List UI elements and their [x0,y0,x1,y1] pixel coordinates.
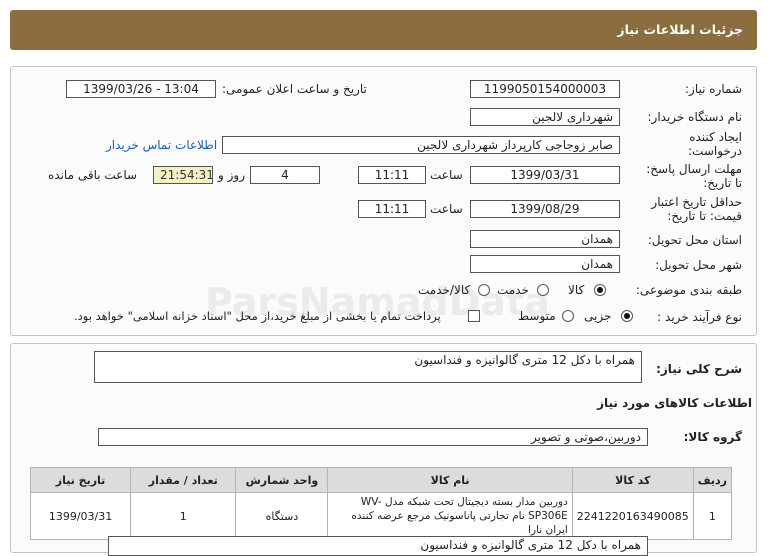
deadline-label-2: تا تاریخ: [703,176,742,190]
validity-time-label: ساعت [430,202,463,216]
requester-label-1: ایجاد کننده [689,130,742,144]
description-field: همراه با دکل 12 متری گالوانیزه و فنداسیو… [94,351,642,383]
category-service-radio[interactable] [537,284,549,296]
col-goods-code: کد کالا [571,467,694,493]
process-minor-radio[interactable] [621,310,633,322]
items-table: ردیف کد کالا نام کالا واحد شمارش تعداد /… [29,467,733,540]
items-info-title: اطلاعات کالاهای مورد نیاز [597,396,752,410]
process-medium-radio[interactable] [562,310,574,322]
page-title: جزئیات اطلاعات نیاز [10,10,757,50]
cell-quantity: 1 [130,492,237,540]
deadline-date-field: 1399/03/31 [470,166,620,184]
treasury-payment-checkbox[interactable] [468,310,480,322]
city-label: شهر محل تحویل: [655,258,742,272]
cell-goods-code: 2241220163490085 [571,492,694,540]
col-unit: واحد شمارش [235,467,329,493]
validity-date-field: 1399/08/29 [470,200,620,218]
province-field: همدان [470,230,620,248]
days-remaining-field: 4 [250,166,320,184]
contact-buyer-link[interactable]: اطلاعات تماس خریدار [106,138,217,152]
process-minor-label: جزیی [584,309,612,323]
process-label: نوع فرآیند خرید : [657,310,742,324]
remaining-label: ساعت باقی مانده [48,168,138,182]
deadline-time-field: 11:11 [358,166,426,184]
col-goods-name: نام کالا [327,467,573,493]
category-goods-service-radio[interactable] [478,284,490,296]
need-number-label: شماره نیاز: [685,82,742,96]
city-field: همدان [470,255,620,273]
buyer-org-field: شهرداری لالجین [470,108,620,126]
category-goods-radio[interactable] [594,284,606,296]
buyer-org-label: نام دستگاه خریدار: [647,110,743,124]
province-label: استان محل تحویل: [647,233,742,247]
col-quantity: تعداد / مقدار [130,467,237,493]
validity-label-1: حداقل تاریخ اعتبار [651,195,742,209]
cell-goods-name: دوربین مدار بسته دیجیتال تحت شبکه مدل WV… [327,492,573,540]
announce-datetime-field: 1399/03/26 - 13:04 [66,80,216,98]
cell-unit: دستگاه [235,492,329,540]
requester-field: صابر زوجاجی کارپرداز شهرداری لالجین [222,136,620,154]
description-label: شرح کلی نیاز: [656,362,742,376]
table-row: 1 2241220163490085 دوربین مدار بسته دیجی… [29,492,733,540]
goods-group-field: دوربین،صوتی و تصویر [98,428,648,446]
need-number-field: 1199050154000003 [470,80,620,98]
validity-time-field: 11:11 [358,200,426,218]
deadline-label-1: مهلت ارسال پاسخ: [646,162,742,176]
requester-label-2: درخواست: [688,144,742,158]
category-service-label: خدمت [497,283,529,297]
goods-group-label: گروه کالا: [683,430,742,444]
process-medium-label: متوسط [518,309,556,323]
cell-row-number: 1 [692,492,733,540]
remaining-time-field: 21:54:31 [153,166,213,184]
category-goods-service-label: کالا/خدمت [418,283,471,297]
announce-datetime-label: تاریخ و ساعت اعلان عمومی: [222,82,367,96]
col-row-number: ردیف [692,467,733,493]
validity-label-2: قیمت: تا تاریخ: [667,209,742,223]
category-goods-label: کالا [568,283,585,297]
col-need-date: تاریخ نیاز [29,467,132,493]
cell-need-date: 1399/03/31 [29,492,132,540]
deadline-time-label: ساعت [430,168,463,182]
items-table-header: ردیف کد کالا نام کالا واحد شمارش تعداد /… [29,467,733,493]
bottom-note-field: همراه با دکل 12 متری گالوانیزه و فنداسیو… [108,536,648,556]
treasury-payment-note: پرداخت تمام یا بخشی از مبلغ خرید،از محل … [74,309,441,323]
category-label: طبقه بندی موضوعی: [635,283,742,297]
day-and-label: روز و [218,168,245,182]
